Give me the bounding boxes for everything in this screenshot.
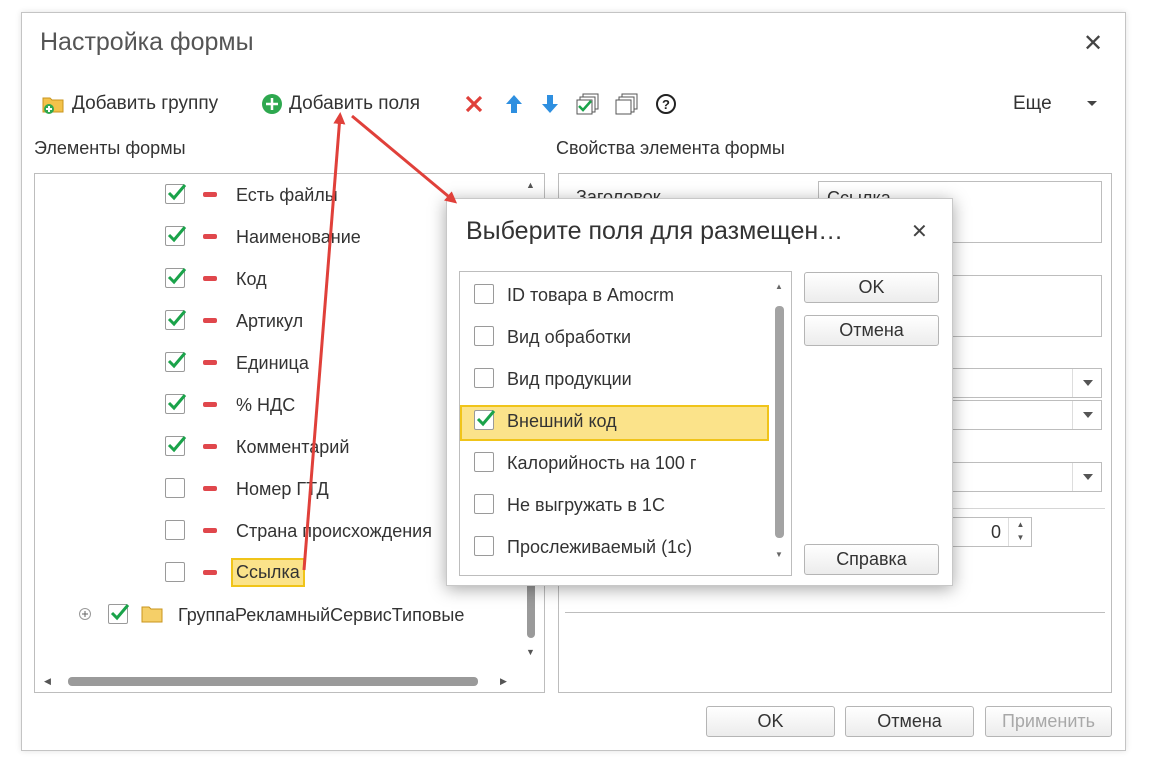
arrow-to-dialog: [351, 114, 458, 204]
arrow-to-add-fields: [302, 112, 346, 571]
annotation-arrows: [302, 112, 458, 571]
